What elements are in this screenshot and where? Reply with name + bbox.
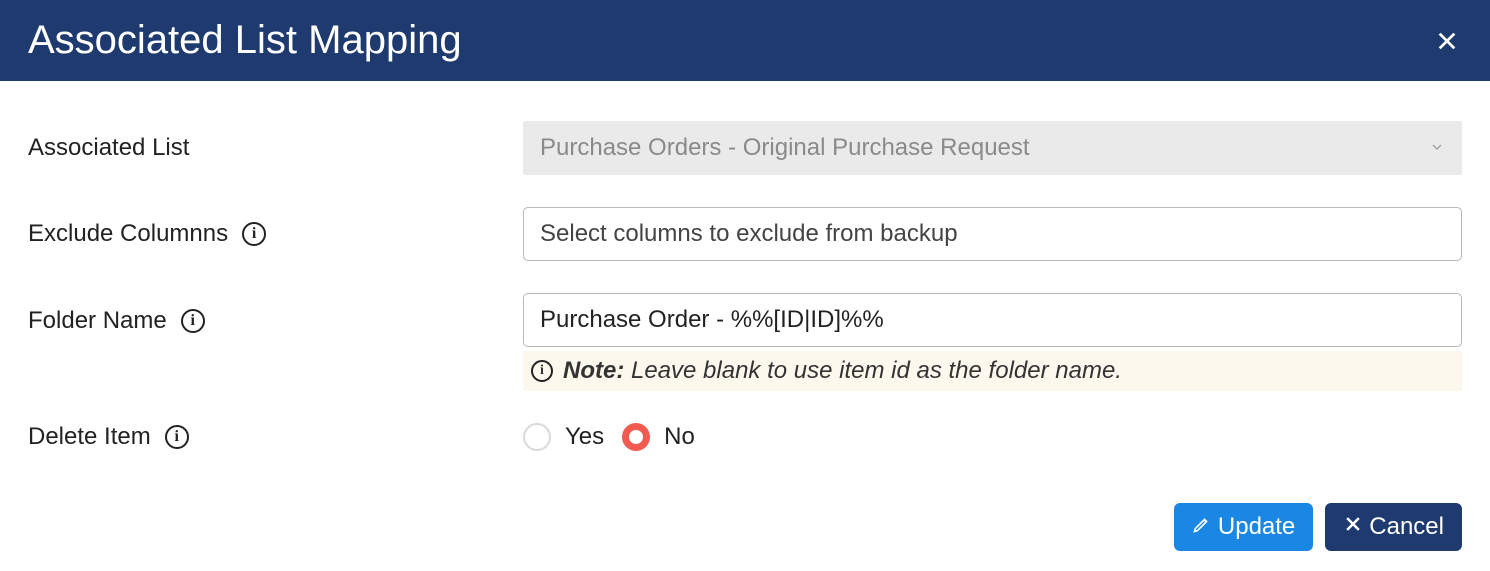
row-folder-name: Folder Name i i Note: Leave blank to use… [28,293,1462,391]
delete-item-control: Yes No [523,423,1462,451]
dialog-header: Associated List Mapping [0,0,1490,81]
delete-item-label: Delete Item i [28,423,523,451]
associated-list-control: Purchase Orders - Original Purchase Requ… [523,121,1462,175]
delete-item-radio-group: Yes No [523,423,1462,451]
close-icon [1343,513,1363,541]
folder-name-control: i Note: Leave blank to use item id as th… [523,293,1462,391]
associated-list-label: Associated List [28,134,523,162]
radio-no-label: No [664,423,695,451]
info-icon: i [531,360,553,382]
info-icon[interactable]: i [181,309,205,333]
folder-name-label-text: Folder Name [28,307,167,335]
pencil-icon [1192,513,1212,541]
associated-list-select: Purchase Orders - Original Purchase Requ… [523,121,1462,175]
update-button[interactable]: Update [1174,503,1313,551]
info-icon[interactable]: i [242,222,266,246]
radio-unchecked-icon [523,423,551,451]
close-icon[interactable] [1432,26,1462,56]
row-delete-item: Delete Item i Yes No [28,423,1462,451]
exclude-columns-label-text: Exclude Columnns [28,220,228,248]
folder-name-hint: i Note: Leave blank to use item id as th… [523,351,1462,391]
delete-item-label-text: Delete Item [28,423,151,451]
exclude-columns-label: Exclude Columnns i [28,220,523,248]
row-exclude-columns: Exclude Columnns i [28,207,1462,261]
radio-checked-icon [622,423,650,451]
folder-name-label: Folder Name i [28,293,523,335]
cancel-button[interactable]: Cancel [1325,503,1462,551]
exclude-columns-control [523,207,1462,261]
button-row: Update Cancel [0,503,1490,571]
exclude-columns-input[interactable] [523,207,1462,261]
form-body: Associated List Purchase Orders - Origin… [0,81,1490,503]
associated-list-value: Purchase Orders - Original Purchase Requ… [540,134,1030,162]
radio-yes-label: Yes [565,423,604,451]
folder-name-hint-text: Note: Leave blank to use item id as the … [563,357,1122,385]
chevron-down-icon [1429,134,1445,162]
row-associated-list: Associated List Purchase Orders - Origin… [28,121,1462,175]
folder-name-input[interactable] [523,293,1462,347]
dialog-title: Associated List Mapping [28,18,462,63]
info-icon[interactable]: i [165,425,189,449]
delete-item-no[interactable]: No [622,423,695,451]
update-button-label: Update [1218,513,1295,541]
cancel-button-label: Cancel [1369,513,1444,541]
delete-item-yes[interactable]: Yes [523,423,604,451]
